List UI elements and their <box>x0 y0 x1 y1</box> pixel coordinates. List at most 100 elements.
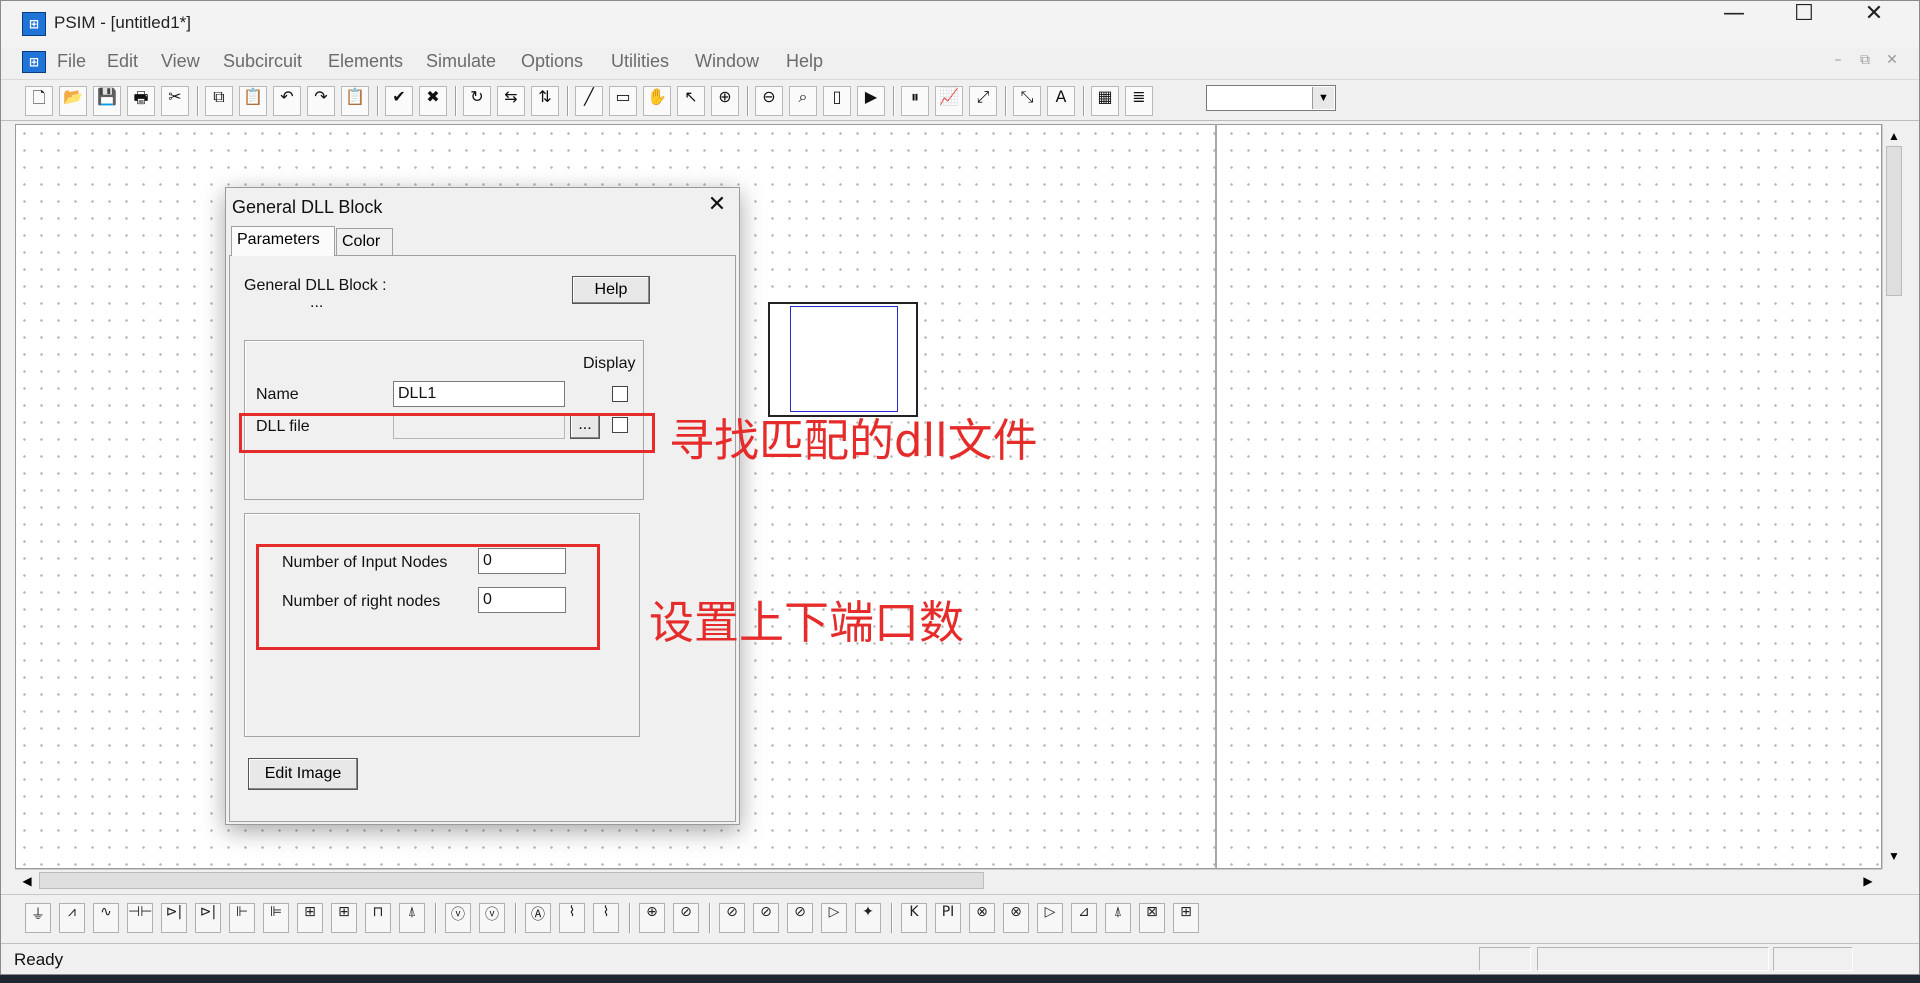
menu-utilities[interactable]: Utilities <box>611 51 669 72</box>
gain-icon[interactable]: K <box>901 903 927 933</box>
zoom-region-icon[interactable]: ⌕ <box>789 86 817 116</box>
summer-icon[interactable]: ✦ <box>855 903 881 933</box>
clipboard-icon[interactable]: 📋 <box>341 86 369 116</box>
cut-icon[interactable]: ✂ <box>161 86 189 116</box>
name-field[interactable]: DLL1 <box>393 381 565 407</box>
check-icon[interactable]: ✔ <box>385 86 413 116</box>
scope-2-icon[interactable]: ⌇ <box>593 903 619 933</box>
title-bar[interactable]: ⊞ PSIM - [untitled1*] — ☐ ✕ <box>1 1 1919 47</box>
probe-icon[interactable]: ⍋ <box>1105 903 1131 933</box>
save-icon[interactable]: 💾 <box>93 86 121 116</box>
square-source-icon[interactable]: ⊘ <box>719 903 745 933</box>
thyristor-icon[interactable]: ⊳| <box>195 903 221 933</box>
menu-simulate[interactable]: Simulate <box>426 51 496 72</box>
paste-icon[interactable]: 📋 <box>239 86 267 116</box>
label-icon[interactable]: ▭ <box>609 86 637 116</box>
scroll-left-icon[interactable]: ◀ <box>17 871 37 891</box>
menu-view[interactable]: View <box>161 51 200 72</box>
pi-controller-icon[interactable]: PI <box>935 903 961 933</box>
chevron-down-icon[interactable]: ▼ <box>1312 87 1334 109</box>
pause-icon[interactable]: ⏸ <box>901 86 929 116</box>
on-off-controller-icon[interactable]: ⊞ <box>1173 903 1199 933</box>
op-amp-icon[interactable]: ▷ <box>1037 903 1063 933</box>
mdi-minimize-button[interactable]: – <box>1827 52 1849 72</box>
dc-source-icon[interactable]: ⊕ <box>639 903 665 933</box>
vertical-scrollbar[interactable]: ▲ ▼ <box>1882 124 1905 869</box>
voltage-probe-icon[interactable]: ⤢ <box>969 86 997 116</box>
current-source-icon[interactable]: ⊘ <box>753 903 779 933</box>
open-folder-icon[interactable]: 📂 <box>59 86 87 116</box>
zoom-out-icon[interactable]: ⊖ <box>755 86 783 116</box>
scope-icon[interactable]: ⌇ <box>559 903 585 933</box>
scroll-up-icon[interactable]: ▲ <box>1884 126 1904 146</box>
name-display-checkbox[interactable] <box>612 386 628 402</box>
tab-color[interactable]: Color <box>336 228 393 256</box>
run-simulation-icon[interactable]: ▶ <box>857 86 885 116</box>
flip-horizontal-icon[interactable]: ⇆ <box>497 86 525 116</box>
resistor-icon[interactable]: ⩘ <box>59 903 85 933</box>
select-arrow-icon[interactable]: ↖ <box>677 86 705 116</box>
psim-app-icon[interactable]: ⊞ <box>22 12 46 36</box>
switch-controller-icon[interactable]: ⊠ <box>1139 903 1165 933</box>
mdi-close-button[interactable]: ✕ <box>1881 52 1903 72</box>
menu-file[interactable]: File <box>57 51 86 72</box>
wire-icon[interactable]: ╱ <box>575 86 603 116</box>
simview-icon[interactable]: 📈 <box>935 86 963 116</box>
triangle-source-icon[interactable]: ⊘ <box>787 903 813 933</box>
toolbar-dropdown[interactable]: ▼ <box>1206 85 1336 111</box>
new-file-icon[interactable]: 🗋 <box>25 86 53 116</box>
igbt-icon[interactable]: ⊩ <box>229 903 255 933</box>
menu-subcircuit[interactable]: Subcircuit <box>223 51 302 72</box>
switch-module-2-icon[interactable]: ⊞ <box>331 903 357 933</box>
inductor-icon[interactable]: ∿ <box>93 903 119 933</box>
text-icon[interactable]: A <box>1047 86 1075 116</box>
horizontal-scrollbar[interactable]: ◀ ▶ <box>15 869 1882 891</box>
comparator-icon[interactable]: ▷ <box>821 903 847 933</box>
help-button[interactable]: Help <box>572 276 650 304</box>
element-list-icon[interactable]: ▦ <box>1091 86 1119 116</box>
menu-options[interactable]: Options <box>521 51 583 72</box>
undo-icon[interactable]: ↶ <box>273 86 301 116</box>
vertical-scroll-thumb[interactable] <box>1886 146 1902 296</box>
cross-icon[interactable]: ✖ <box>419 86 447 116</box>
capacitor-icon[interactable]: ⊣⊢ <box>127 903 153 933</box>
current-probe-icon[interactable]: ⤡ <box>1013 86 1041 116</box>
document-menu-icon[interactable]: ⊞ <box>22 51 46 73</box>
switch-module-icon[interactable]: ⊞ <box>297 903 323 933</box>
scroll-down-icon[interactable]: ▼ <box>1884 846 1904 866</box>
menu-window[interactable]: Window <box>695 51 759 72</box>
ground-icon[interactable]: ⏚ <box>25 903 51 933</box>
mdi-restore-button[interactable]: ⧉ <box>1854 52 1876 72</box>
menu-elements[interactable]: Elements <box>328 51 403 72</box>
menu-edit[interactable]: Edit <box>107 51 138 72</box>
mosfet-icon[interactable]: ⊫ <box>263 903 289 933</box>
copy-icon[interactable]: ⧉ <box>205 86 233 116</box>
scroll-right-icon[interactable]: ▶ <box>1858 871 1878 891</box>
print-icon[interactable]: 🖶 <box>127 86 155 116</box>
diode-icon[interactable]: ⊳| <box>161 903 187 933</box>
netlist-icon[interactable]: ≣ <box>1125 86 1153 116</box>
menu-help[interactable]: Help <box>786 51 823 72</box>
rotate-icon[interactable]: ↻ <box>463 86 491 116</box>
flip-vertical-icon[interactable]: ⇅ <box>531 86 559 116</box>
ammeter-icon[interactable]: Ⓐ <box>525 903 551 933</box>
horizontal-scroll-thumb[interactable] <box>39 872 984 889</box>
dll-block-symbol[interactable] <box>768 302 918 417</box>
transformer-icon[interactable]: ⊓ <box>365 903 391 933</box>
fit-page-icon[interactable]: ▯ <box>823 86 851 116</box>
dialog-close-icon[interactable]: ✕ <box>699 192 735 224</box>
motor-icon[interactable]: ⍋ <box>399 903 425 933</box>
minimize-button[interactable]: — <box>1699 1 1769 47</box>
voltage-source-icon[interactable]: ⓥ <box>445 903 471 933</box>
limiter-icon[interactable]: ⊿ <box>1071 903 1097 933</box>
ac-source-icon[interactable]: ⊘ <box>673 903 699 933</box>
maximize-button[interactable]: ☐ <box>1769 1 1839 47</box>
ac-voltage-icon[interactable]: ⓥ <box>479 903 505 933</box>
pan-hand-icon[interactable]: ✋ <box>643 86 671 116</box>
edit-image-button[interactable]: Edit Image <box>248 758 358 790</box>
zoom-in-icon[interactable]: ⊕ <box>711 86 739 116</box>
close-button[interactable]: ✕ <box>1839 1 1909 47</box>
divider-icon[interactable]: ⊗ <box>1003 903 1029 933</box>
tab-parameters[interactable]: Parameters <box>231 226 335 256</box>
multiplier-icon[interactable]: ⊗ <box>969 903 995 933</box>
